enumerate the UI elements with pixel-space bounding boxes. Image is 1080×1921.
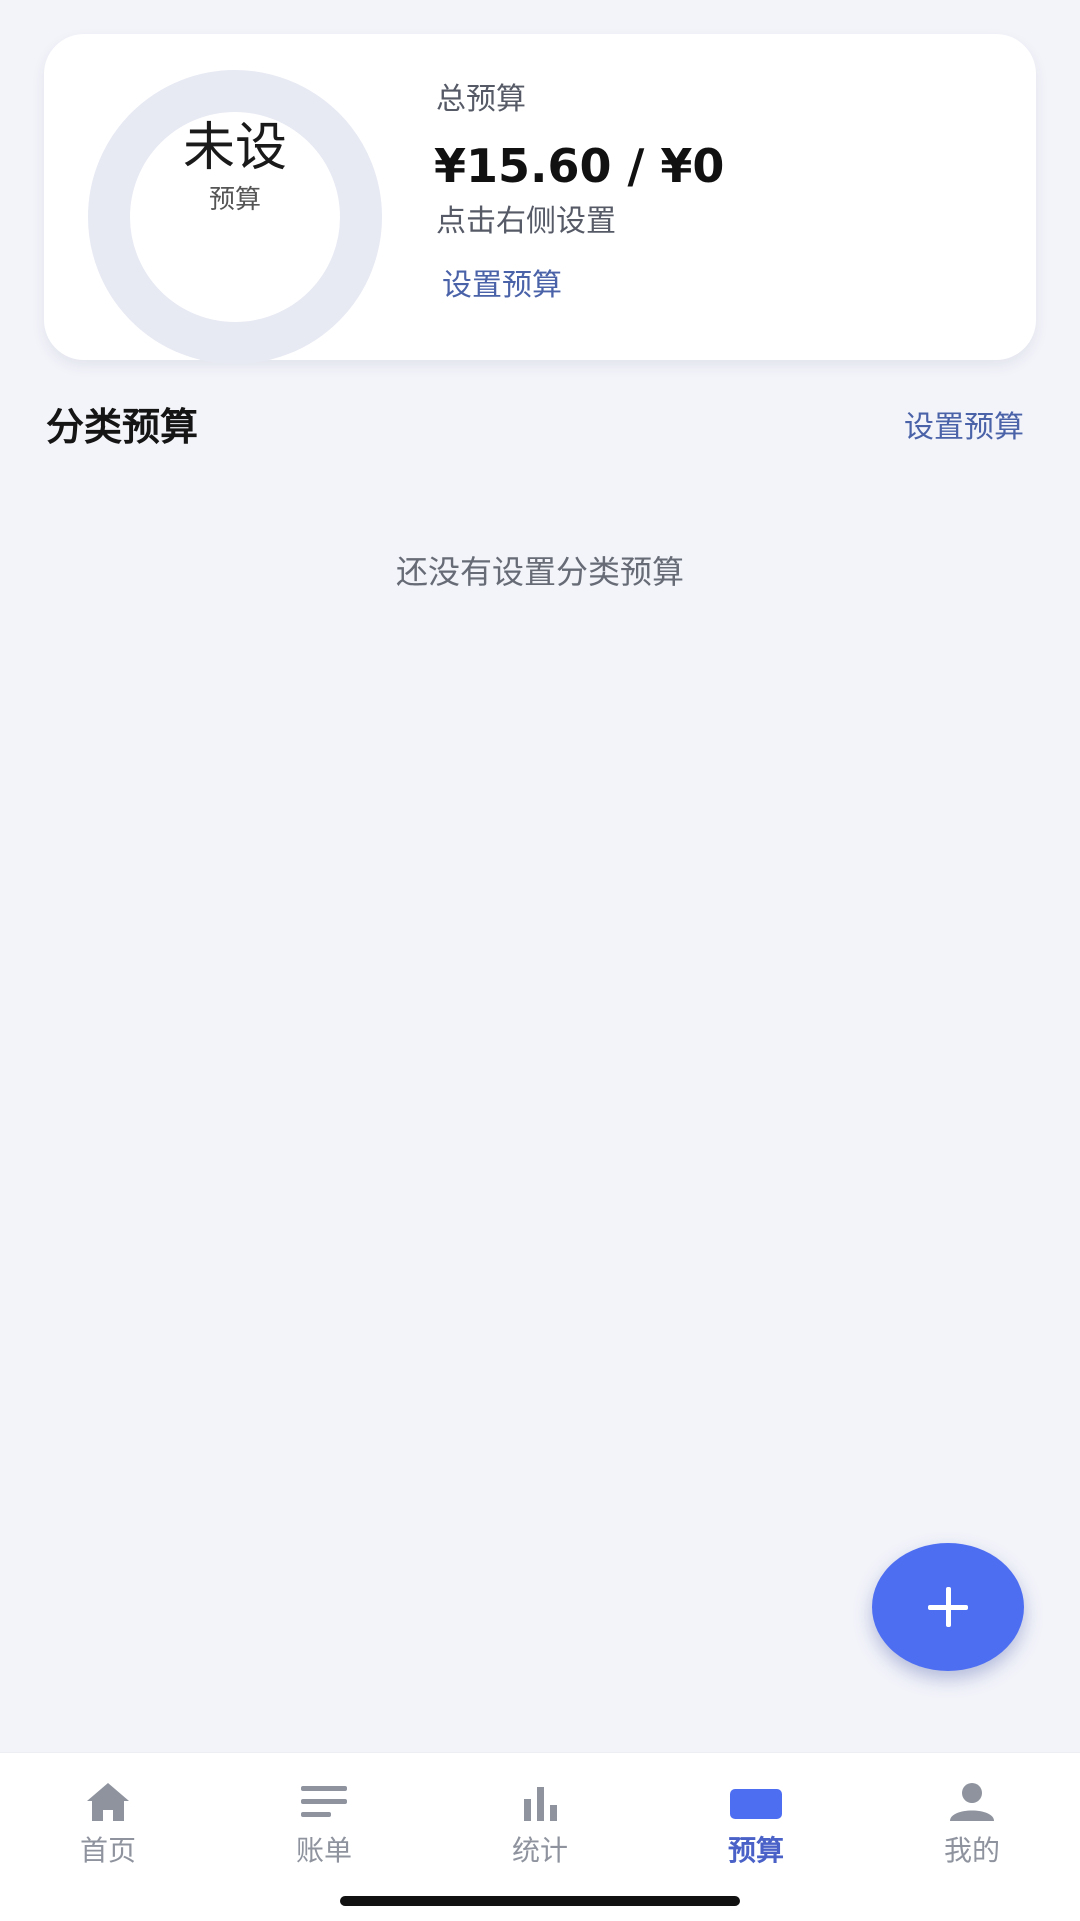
tab-budget-label: 预算 [727,1834,784,1867]
tab-budget[interactable]: 预算 [648,1753,864,1893]
tab-bills[interactable]: 账单 [216,1753,432,1893]
list-icon [301,1786,347,1817]
budget-summary-card: 未设 预算 总预算 ¥15.60 / ¥0 点击右侧设置 设置预算 [44,34,1036,364]
tab-profile[interactable]: 我的 [864,1753,1080,1893]
total-budget-amount: ¥15.60 / ¥0 [434,139,725,193]
total-budget-label: 总预算 [436,82,526,117]
tab-stats[interactable]: 统计 [432,1753,648,1893]
budget-ring-status: 未设 [182,118,287,178]
bar-chart-icon [524,1787,557,1821]
tab-bills-label: 账单 [295,1834,352,1867]
tab-home-label: 首页 [79,1834,136,1867]
total-budget-hint: 点击右侧设置 [436,204,616,239]
tab-profile-label: 我的 [943,1834,1000,1867]
category-budget-title: 分类预算 [46,405,199,449]
home-indicator [340,1896,740,1906]
add-record-button[interactable] [872,1543,1024,1671]
category-budget-empty-state: 还没有设置分类预算 [395,553,684,591]
wallet-icon [730,1789,782,1819]
tab-stats-label: 统计 [511,1834,568,1867]
budget-ring-caption: 预算 [208,185,261,215]
budget-ring-center: 未设 预算 [88,70,382,364]
set-total-budget-link[interactable]: 设置预算 [442,266,562,306]
home-icon [87,1783,129,1821]
user-icon [950,1783,994,1821]
set-category-budget-link[interactable]: 设置预算 [904,406,1024,450]
tab-home[interactable]: 首页 [0,1753,216,1893]
